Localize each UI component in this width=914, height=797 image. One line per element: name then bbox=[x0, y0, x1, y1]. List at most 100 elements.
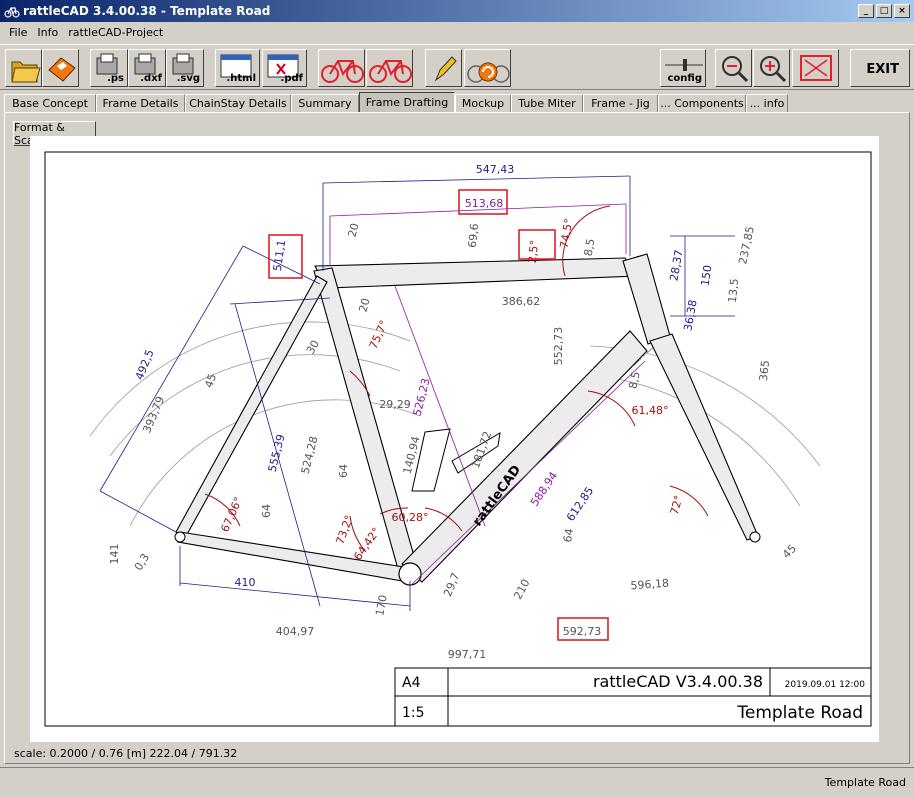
dimension-seat-20a: 20 bbox=[346, 222, 362, 239]
zoom-in-button[interactable] bbox=[753, 49, 790, 87]
dimension-mid-140: 140,94 bbox=[401, 435, 423, 476]
seat-tube bbox=[313, 267, 419, 577]
bicycle-refresh-icon bbox=[467, 62, 510, 83]
dimension-bot-404: 404,97 bbox=[276, 625, 315, 638]
tab-summary[interactable]: Summary bbox=[291, 94, 359, 113]
dimension-ft-45: 45 bbox=[780, 542, 799, 561]
dimension-ht-8-5: 8,5 bbox=[582, 238, 598, 257]
dimension-v-552: 552,73 bbox=[552, 327, 565, 366]
bicycle-view-button-1[interactable] bbox=[318, 49, 365, 87]
dimension-left-524: 524,28 bbox=[299, 435, 321, 476]
dimension-bb-170: 170 bbox=[373, 594, 389, 617]
dimension-top-inner: 513,68 bbox=[465, 197, 504, 210]
dimension-left-45: 45 bbox=[202, 372, 219, 390]
config-label: config bbox=[667, 73, 703, 84]
bicycle-rotate-button[interactable] bbox=[464, 49, 511, 87]
bicycle-view-button-2[interactable] bbox=[366, 49, 413, 87]
dimension-left-30: 30 bbox=[304, 338, 322, 357]
open-folder-button[interactable] bbox=[5, 49, 42, 87]
tab-components[interactable]: ... Components bbox=[658, 94, 746, 113]
dimension-ht-36: 36,38 bbox=[681, 299, 699, 332]
close-button[interactable]: × bbox=[894, 4, 910, 18]
export-dxf-button[interactable]: .dxf bbox=[128, 49, 166, 87]
front-dropout bbox=[749, 531, 761, 543]
dimension-ht-13: 13,5 bbox=[726, 278, 741, 304]
minimize-button[interactable]: _ bbox=[858, 4, 874, 18]
dimension-ft-64: 64 bbox=[561, 527, 576, 543]
seat-stay bbox=[175, 275, 328, 539]
exit-button[interactable]: EXIT bbox=[850, 49, 910, 87]
dimension-bb-210: 210 bbox=[511, 577, 532, 602]
menu-file[interactable]: File bbox=[4, 26, 32, 39]
sheet-scale: 1:5 bbox=[402, 705, 425, 721]
dxf-label: .dxf bbox=[140, 73, 162, 84]
dimension-ht-237: 237,85 bbox=[736, 225, 757, 265]
config-button[interactable]: config bbox=[660, 49, 706, 87]
drawing-date: 2019.09.01 12:00 bbox=[785, 680, 866, 690]
tab-frame-details[interactable]: Frame Details bbox=[96, 94, 185, 113]
dimension-mid-29: 29,29 bbox=[379, 398, 411, 411]
dimension-ang-61: 61,48° bbox=[632, 404, 669, 417]
sheet-format: A4 bbox=[402, 675, 421, 691]
menu-info[interactable]: Info bbox=[32, 26, 63, 39]
svg-label: .svg bbox=[176, 73, 200, 84]
down-tube bbox=[401, 330, 648, 583]
dimension-bot-997: 997,71 bbox=[448, 648, 487, 661]
dimension-ang-67: 67,06° bbox=[218, 495, 245, 534]
top-tube bbox=[314, 257, 639, 289]
export-svg-button[interactable]: .svg bbox=[166, 49, 204, 87]
zoom-out-button[interactable] bbox=[715, 49, 752, 87]
tab-info[interactable]: ... info bbox=[746, 94, 788, 113]
maximize-button[interactable]: □ bbox=[876, 4, 892, 18]
export-html-button[interactable]: .html bbox=[215, 49, 260, 87]
dimension-top-length: 547,43 bbox=[476, 163, 515, 176]
save-button[interactable] bbox=[42, 49, 79, 87]
tab-frame-jig[interactable]: Frame - Jig bbox=[583, 94, 658, 113]
dimension-dt-612: 612,85 bbox=[564, 484, 596, 523]
dimension-left-141: 141 bbox=[108, 544, 121, 565]
frame-drawing: 547,43 513,68 69,6 2,5° 74,5° 8,5 237,85 28,37 1… bbox=[44, 151, 872, 727]
dimension-bb-29: 29,7 bbox=[441, 571, 462, 599]
bicycle-app-icon bbox=[4, 7, 20, 18]
rear-dropout bbox=[174, 531, 186, 543]
dimension-ht-365: 365 bbox=[757, 360, 772, 382]
dimension-cs-410: 410 bbox=[235, 576, 256, 589]
pdf-label: .pdf bbox=[280, 73, 303, 84]
tab-mockup[interactable]: Mockup bbox=[455, 94, 511, 113]
drawing-canvas[interactable]: 547,43 513,68 69,6 2,5° 74,5° 8,5 237,85 28,37 1… bbox=[30, 136, 879, 742]
tab-frame-drafting[interactable]: Frame Drafting bbox=[359, 92, 455, 113]
dimension-head-lbl: 74,5° bbox=[558, 217, 576, 249]
menu-project[interactable]: rattleCAD-Project bbox=[63, 26, 168, 39]
html-label: .html bbox=[226, 73, 256, 84]
tab-chainstay-details[interactable]: ChainStay Details bbox=[185, 94, 291, 113]
dimension-seat-angle-lbl: 2,5° bbox=[526, 240, 541, 264]
menu-bar: File Info rattleCAD-Project bbox=[0, 22, 914, 42]
zoom-out-icon bbox=[722, 56, 749, 83]
fit-screen-icon bbox=[800, 55, 832, 81]
dimension-left-555: 555,39 bbox=[266, 433, 288, 474]
scale-readout: scale: 0.2000 / 0.76 [m] 222.04 / 791.32 bbox=[14, 747, 238, 760]
dimension-ht-28: 28,37 bbox=[667, 249, 685, 282]
dimension-dt-588: 588,94 bbox=[528, 469, 560, 508]
toolbar: .ps .dxf .svg .html .pdf config EXIT bbox=[0, 44, 914, 90]
zoom-in-icon bbox=[760, 56, 787, 83]
dimension-mid-181: 181,72 bbox=[469, 429, 494, 470]
dimension-ang-60: 60,28° bbox=[392, 511, 429, 524]
dimension-ht-150: 150 bbox=[699, 264, 715, 287]
status-bar: Template Road bbox=[0, 767, 914, 797]
dimension-tt-386: 386,62 bbox=[502, 295, 541, 308]
tab-base-concept[interactable]: Base Concept bbox=[4, 94, 96, 113]
folder-icon bbox=[11, 61, 41, 83]
export-ps-button[interactable]: .ps bbox=[90, 49, 128, 87]
dimension-left-492: 492,5 bbox=[133, 348, 157, 382]
tab-tube-miter[interactable]: Tube Miter bbox=[511, 94, 583, 113]
dimension-dt-8-5: 8,5 bbox=[626, 370, 642, 390]
red-bicycle-icon bbox=[369, 60, 412, 83]
export-pdf-button[interactable]: .pdf bbox=[262, 49, 307, 87]
dimension-st-526: 526,23 bbox=[411, 377, 433, 418]
dimension-left-03: 0,3 bbox=[132, 551, 152, 573]
pencil-edit-button[interactable] bbox=[425, 49, 462, 87]
status-text: Template Road bbox=[824, 776, 906, 789]
fit-to-screen-button[interactable] bbox=[792, 49, 839, 87]
dimension-top-small: 69,6 bbox=[466, 223, 481, 249]
